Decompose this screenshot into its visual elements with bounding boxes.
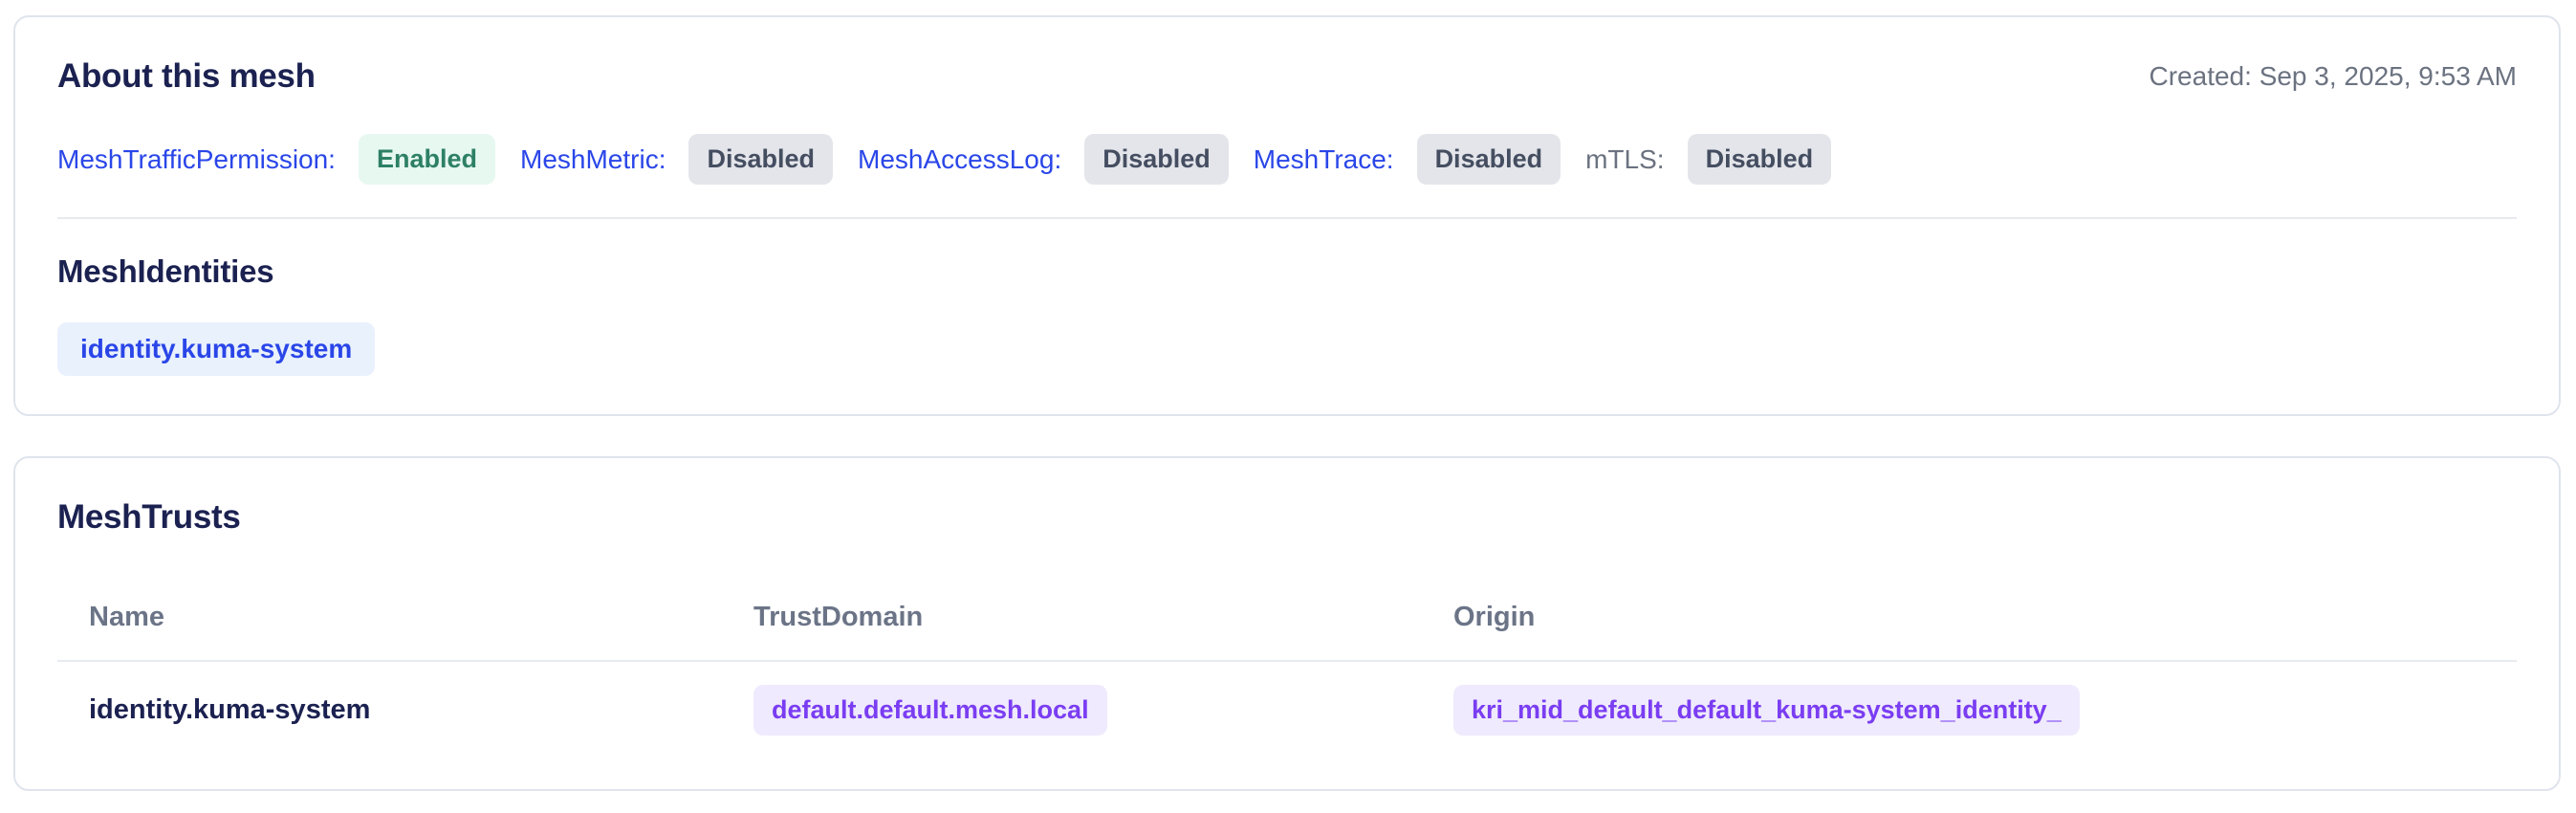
meshtrace-status-badge: Disabled <box>1416 134 1561 185</box>
column-header-origin: Origin <box>1422 575 2517 662</box>
meshtrafficpermission-status-badge: Enabled <box>358 134 495 185</box>
mtls-status-badge: Disabled <box>1687 134 1832 185</box>
trust-name: identity.kuma-system <box>89 694 371 725</box>
mesh-detail-page: About this mesh Created: Sep 3, 2025, 9:… <box>0 0 2576 813</box>
table-row: identity.kuma-system default.default.mes… <box>57 661 2517 758</box>
policy-group-meshtrafficpermission: MeshTrafficPermission: Enabled <box>57 134 495 185</box>
mtls-label: mTLS: <box>1585 143 1665 174</box>
mesh-trusts-title: MeshTrusts <box>57 498 241 536</box>
mesh-trusts-table: Name TrustDomain Origin identity.kuma-sy… <box>57 575 2517 758</box>
about-mesh-card: About this mesh Created: Sep 3, 2025, 9:… <box>13 15 2561 416</box>
mesh-identities-heading: MeshIdentities <box>57 253 274 289</box>
about-card-header: About this mesh Created: Sep 3, 2025, 9:… <box>57 57 2517 96</box>
policy-group-meshtrace: MeshTrace: Disabled <box>1254 134 1561 185</box>
about-card-divider <box>57 217 2517 219</box>
meshtrace-link[interactable]: MeshTrace: <box>1254 145 1394 173</box>
column-header-name: Name <box>57 575 722 662</box>
meshmetric-link[interactable]: MeshMetric: <box>520 145 666 173</box>
mesh-identity-chip[interactable]: identity.kuma-system <box>57 322 376 376</box>
mesh-policy-status-row: MeshTrafficPermission: Enabled MeshMetri… <box>57 134 2517 185</box>
meshaccesslog-status-badge: Disabled <box>1084 134 1229 185</box>
meshmetric-status-badge: Disabled <box>688 134 834 185</box>
mesh-trusts-card: MeshTrusts Name TrustDomain Origin ident… <box>13 456 2561 791</box>
policy-group-mtls: mTLS: Disabled <box>1585 134 1832 185</box>
policy-group-meshaccesslog: MeshAccessLog: Disabled <box>858 134 1229 185</box>
meshaccesslog-link[interactable]: MeshAccessLog: <box>858 145 1061 173</box>
trust-domain-chip: default.default.mesh.local <box>753 685 1107 736</box>
created-timestamp: Created: Sep 3, 2025, 9:53 AM <box>2149 61 2517 91</box>
trust-origin-chip: kri_mid_default_default_kuma-system_iden… <box>1453 685 2080 736</box>
mesh-trusts-header-row: Name TrustDomain Origin <box>57 575 2517 662</box>
policy-group-meshmetric: MeshMetric: Disabled <box>520 134 834 185</box>
about-card-title: About this mesh <box>57 57 316 95</box>
column-header-trustdomain: TrustDomain <box>722 575 1422 662</box>
meshtrafficpermission-link[interactable]: MeshTrafficPermission: <box>57 145 336 173</box>
